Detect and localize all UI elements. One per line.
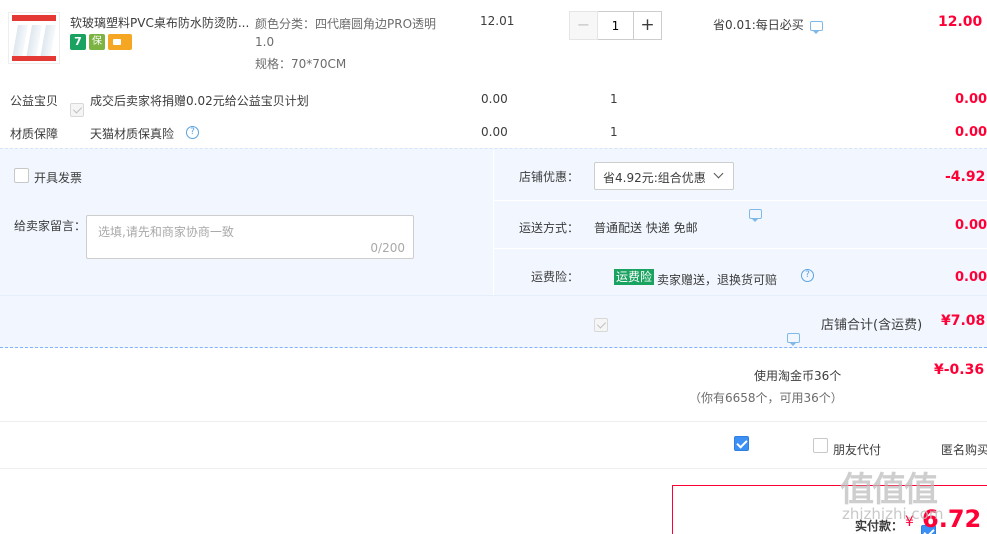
help-icon[interactable]: ?	[801, 269, 814, 282]
product-thumbnail[interactable]	[8, 12, 60, 64]
service-qty: 1	[610, 125, 618, 139]
chat-icon[interactable]	[810, 21, 823, 34]
insurance-desc: 卖家赠送，退换货可赔	[657, 273, 778, 287]
row-divider	[0, 468, 987, 469]
delivery-label: 运送方式：	[519, 221, 580, 235]
guarantee-icon: 保	[89, 34, 105, 50]
delivery-value: 普通配送 快递 免邮	[594, 221, 698, 235]
shop-total-label: 店铺合计(含运费)	[821, 318, 923, 333]
service-label: 材质保障	[10, 127, 59, 141]
chat-icon[interactable]	[787, 333, 800, 346]
message-counter: 0/200	[370, 241, 405, 255]
service-desc: 天猫材质保真险	[90, 127, 175, 141]
thumb-sheet	[40, 25, 56, 59]
qty-increase-button[interactable]: +	[633, 11, 662, 40]
shop-discount-selected: 省4.92元:组合优惠	[603, 171, 706, 185]
help-icon[interactable]: ?	[186, 126, 199, 139]
service-price: 0.00	[481, 92, 508, 106]
item-attr-color-cont: 1.0	[255, 35, 275, 49]
service-label: 公益宝贝	[10, 94, 59, 108]
message-textarea[interactable]: 选填,请先和商家协商一致 0/200	[86, 215, 414, 259]
anonymous-label[interactable]: 匿名购买	[941, 441, 987, 458]
qty-input[interactable]	[598, 11, 633, 40]
insurance-checkbox	[594, 318, 608, 332]
service-total: 0.00	[955, 92, 987, 107]
message-placeholder: 选填,请先和商家协商一致	[98, 225, 234, 239]
chevron-down-icon	[713, 168, 724, 179]
row-divider	[493, 248, 987, 249]
friend-pay-label[interactable]: 朋友代付	[833, 441, 881, 458]
item-title[interactable]: 软玻璃塑料PVC桌布防水防烫防...	[70, 14, 249, 31]
watermark-site: zhizhizhi.com	[842, 505, 944, 523]
shop-discount-select[interactable]: 省4.92元:组合优惠	[594, 162, 734, 190]
item-discount-text: 省0.01:每日必买	[713, 18, 804, 32]
row-divider	[0, 421, 987, 422]
coins-checkbox[interactable]	[734, 436, 749, 451]
item-attr-size: 规格：70*70CM	[255, 57, 347, 71]
insurance-label: 运费险：	[531, 270, 580, 284]
friend-pay-checkbox[interactable]	[813, 438, 828, 453]
delivery-amount: 0.00	[955, 218, 987, 233]
credit-card-icon	[108, 34, 132, 50]
row-divider	[493, 200, 987, 201]
thumb-caption-bar	[12, 56, 56, 61]
invoice-label[interactable]: 开具发票	[34, 169, 82, 186]
message-label: 给卖家留言：	[14, 219, 87, 233]
item-attr-color: 颜色分类：四代磨圆角边PRO透明	[255, 17, 437, 31]
service-total: 0.00	[955, 125, 987, 140]
chat-icon[interactable]	[749, 209, 762, 222]
thumb-sheet	[26, 25, 42, 59]
service-qty: 1	[610, 92, 618, 106]
item-price: 12.01	[480, 14, 515, 28]
insurance-badge: 运费险	[614, 269, 655, 285]
item-subtotal: 12.00	[938, 14, 983, 30]
thumb-sheet	[12, 25, 28, 59]
service-price: 0.00	[481, 125, 508, 139]
shop-discount-amount: -4.92	[945, 169, 986, 185]
coins-amount: ¥-0.36	[934, 362, 985, 378]
quantity-stepper: − +	[569, 11, 662, 40]
seven-day-return-icon: 7	[70, 34, 86, 50]
row-divider	[0, 295, 987, 296]
qty-decrease-button[interactable]: −	[569, 11, 598, 40]
service-checkbox	[70, 103, 84, 117]
thumb-stripe	[12, 15, 56, 21]
shop-total-amount: ¥7.08	[941, 313, 986, 329]
coins-note: （你有6658个，可用36个）	[689, 391, 843, 405]
item-badges: 7 保	[70, 34, 132, 50]
watermark-logo: 值值值	[840, 470, 938, 510]
shop-discount-label: 店铺优惠：	[519, 170, 580, 184]
coins-label[interactable]: 使用淘金币36个	[754, 367, 841, 384]
invoice-checkbox[interactable]	[14, 168, 29, 183]
insurance-amount: 0.00	[955, 270, 987, 285]
service-desc: 成交后卖家将捐赠0.02元给公益宝贝计划	[90, 94, 309, 108]
column-divider	[493, 150, 494, 295]
